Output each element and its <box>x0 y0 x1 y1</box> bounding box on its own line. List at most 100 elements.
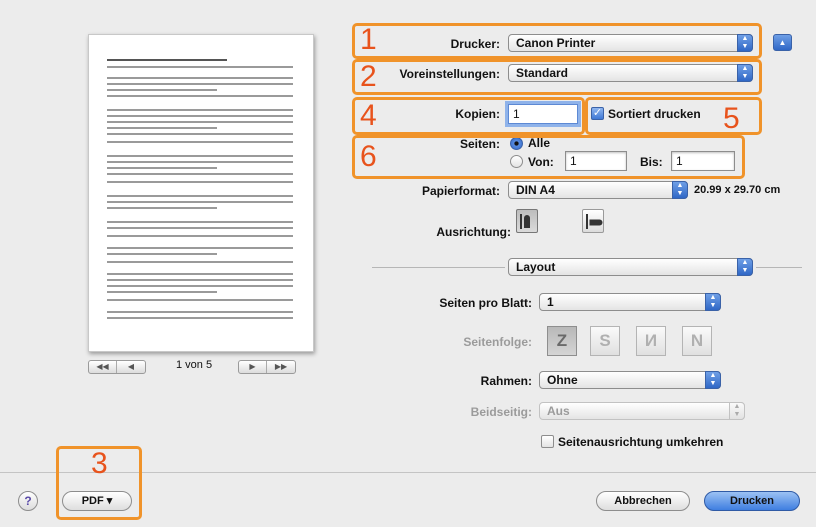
page-order-s-button[interactable]: S <box>590 326 620 356</box>
preview-text-line <box>107 317 293 319</box>
pdf-menu-button[interactable]: PDF ▾ <box>62 491 132 511</box>
preview-text-line <box>107 121 293 123</box>
divider-left <box>372 267 505 268</box>
preview-text-line <box>107 141 293 143</box>
pages-from-input[interactable]: 1 <box>565 151 627 171</box>
pages-label: Seiten: <box>459 137 500 151</box>
pages-from-label: Von: <box>528 155 554 169</box>
popup-arrows-icon: ▲ ▼ <box>729 402 745 420</box>
pages-all-radio[interactable] <box>510 137 523 150</box>
preview-text-line <box>107 227 293 229</box>
paper-size-label: Papierformat: <box>421 184 500 198</box>
preview-text-line <box>107 161 293 163</box>
preview-text-line <box>107 261 293 263</box>
two-sided-popup[interactable]: Aus ▲ ▼ <box>539 402 745 420</box>
border-label: Rahmen: <box>480 374 532 388</box>
preview-text-line <box>107 83 293 85</box>
pages-to-input[interactable]: 1 <box>671 151 735 171</box>
popup-arrows-icon: ▲ ▼ <box>705 371 721 389</box>
preview-text-line <box>107 173 293 175</box>
two-sided-popup-value: Aus <box>547 404 570 418</box>
preview-text-line <box>107 115 293 117</box>
preview-text-line <box>107 66 293 68</box>
landscape-icon <box>586 214 588 229</box>
copies-input[interactable]: 1 <box>508 104 578 124</box>
popup-arrows-icon: ▲ ▼ <box>672 181 688 199</box>
preview-text-line <box>107 221 293 223</box>
preview-back-buttons: ◀◀ ◀ <box>88 360 146 374</box>
preview-text-line <box>107 291 217 293</box>
cancel-button[interactable]: Abbrechen <box>596 491 690 511</box>
presets-label: Voreinstellungen: <box>399 67 500 81</box>
next-page-button[interactable]: ▶ <box>239 361 267 373</box>
pages-range-radio[interactable] <box>510 155 523 168</box>
reverse-orientation-checkbox[interactable] <box>541 435 554 448</box>
preview-text-line <box>107 77 293 79</box>
divider-right <box>756 267 802 268</box>
preview-text-line <box>107 109 293 111</box>
collate-checkbox[interactable]: ✓ <box>591 107 604 120</box>
callout-number-6: 6 <box>360 140 377 173</box>
reverse-orientation-label: Seitenausrichtung umkehren <box>558 435 724 449</box>
preview-text-line <box>107 279 293 281</box>
page-order-z-button[interactable]: Z <box>547 326 577 356</box>
paper-size-popup-value: DIN A4 <box>516 183 555 197</box>
preview-text-line <box>107 311 293 313</box>
border-popup[interactable]: Ohne ▲ ▼ <box>539 371 721 389</box>
print-preview-page <box>88 34 314 352</box>
pages-all-label: Alle <box>528 136 551 150</box>
preview-forward-buttons: ▶ ▶▶ <box>238 360 296 374</box>
callout-number-4: 4 <box>360 99 377 132</box>
preview-text-line <box>107 235 293 237</box>
preview-text-line <box>107 195 293 197</box>
printer-popup-value: Canon Printer <box>516 36 596 50</box>
first-page-button[interactable]: ◀◀ <box>89 361 117 373</box>
landscape-orientation-button[interactable] <box>582 209 604 233</box>
preview-text-line <box>107 95 293 97</box>
portrait-icon <box>520 214 522 229</box>
preview-page-count: 1 von 5 <box>176 359 213 371</box>
presets-popup[interactable]: Standard ▲ ▼ <box>508 64 753 82</box>
help-button[interactable]: ? <box>18 491 38 511</box>
preview-text-line <box>107 285 293 287</box>
popup-arrows-icon: ▲ ▼ <box>705 293 721 311</box>
pages-to-label: Bis: <box>640 155 663 169</box>
presets-popup-value: Standard <box>516 66 569 80</box>
callout-number-1: 1 <box>360 23 377 56</box>
section-popup-value: Layout <box>516 260 556 274</box>
callout-number-2: 2 <box>360 60 377 93</box>
preview-text-line <box>107 155 293 157</box>
pages-per-sheet-value: 1 <box>547 295 554 309</box>
printer-popup[interactable]: Canon Printer ▲ ▼ <box>508 34 753 52</box>
preview-text-line <box>107 59 227 61</box>
popup-arrows-icon: ▲ ▼ <box>737 258 753 276</box>
preview-text-line <box>107 89 217 91</box>
print-button[interactable]: Drucken <box>704 491 800 511</box>
preview-text-line <box>107 167 217 169</box>
pages-per-sheet-popup[interactable]: 1 ▲ ▼ <box>539 293 721 311</box>
last-page-button[interactable]: ▶▶ <box>267 361 295 373</box>
previous-page-button[interactable]: ◀ <box>117 361 145 373</box>
paper-size-popup[interactable]: DIN A4 ▲ ▼ <box>508 181 688 199</box>
preview-text-line <box>107 299 293 301</box>
preview-text-line <box>107 247 293 249</box>
preview-text-line <box>107 207 217 209</box>
callout-number-5: 5 <box>723 102 740 135</box>
print-options-section-popup[interactable]: Layout ▲ ▼ <box>508 258 753 276</box>
bottom-divider <box>0 472 816 473</box>
preview-text-line <box>107 181 293 183</box>
page-order-n-reverse-button[interactable]: И <box>636 326 666 356</box>
collapse-details-button[interactable]: ▲ <box>773 34 792 51</box>
printer-label: Drucker: <box>450 37 500 51</box>
portrait-orientation-button[interactable] <box>516 209 538 233</box>
callout-number-3: 3 <box>91 447 108 480</box>
copies-label: Kopien: <box>455 107 500 121</box>
preview-text-line <box>107 273 293 275</box>
orientation-label: Ausrichtung: <box>436 225 511 239</box>
border-popup-value: Ohne <box>547 373 578 387</box>
page-order-n-button[interactable]: N <box>682 326 712 356</box>
two-sided-label: Beidseitig: <box>470 405 532 419</box>
preview-text-line <box>107 127 217 129</box>
preview-text-line <box>107 201 293 203</box>
preview-text-line <box>107 253 217 255</box>
